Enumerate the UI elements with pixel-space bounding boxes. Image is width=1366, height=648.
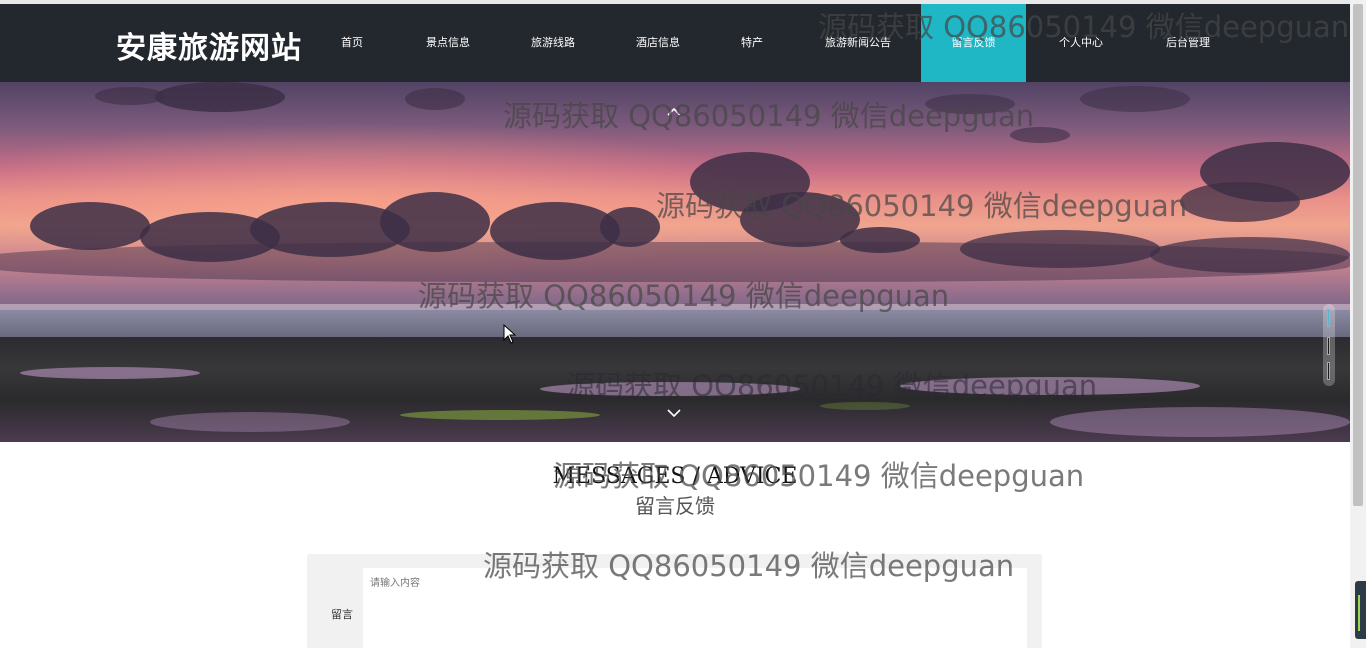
page: 安康旅游网站 首页 景点信息 旅游线路 酒店信息 特产 旅游新闻公告 留言反馈 … (0, 0, 1366, 648)
cloud (600, 207, 660, 247)
cloud (1180, 182, 1300, 222)
pager-dot-3[interactable] (1327, 362, 1330, 380)
banner-next-button[interactable] (664, 403, 684, 423)
nav-item-hotels[interactable]: 酒店信息 (629, 4, 687, 82)
widget-bar (1358, 595, 1360, 631)
chevron-up-icon (667, 107, 681, 116)
tide-pool (900, 377, 1200, 395)
nav-item-news[interactable]: 旅游新闻公告 (816, 4, 900, 82)
message-label: 留言 (331, 608, 353, 621)
section-title-en: MESSAGES / ADVICE (552, 464, 798, 489)
message-form: 留言 (307, 554, 1042, 648)
cloud (1080, 86, 1190, 112)
site-title[interactable]: 安康旅游网站 (116, 23, 302, 67)
moss-patch (820, 402, 910, 410)
hero-banner[interactable] (0, 82, 1350, 442)
chevron-down-icon (667, 409, 681, 418)
message-input[interactable] (363, 568, 1027, 648)
pager-dot-1[interactable] (1327, 309, 1330, 327)
nav-item-admin[interactable]: 后台管理 (1157, 4, 1219, 82)
mouse-cursor-icon (503, 324, 517, 344)
page-scrollbar[interactable] (1350, 0, 1366, 648)
site-header: 安康旅游网站 首页 景点信息 旅游线路 酒店信息 特产 旅游新闻公告 留言反馈 … (0, 4, 1350, 82)
tide-pool (540, 382, 800, 396)
side-widget[interactable] (1355, 581, 1366, 639)
scrollbar-thumb[interactable] (1353, 4, 1363, 506)
pager-dot-2[interactable] (1327, 337, 1330, 355)
banner-pager (1323, 304, 1335, 386)
tide-pool (1050, 407, 1350, 437)
cloud (30, 202, 150, 250)
tide-pool (20, 367, 200, 379)
nav-item-feedback[interactable]: 留言反馈 (921, 4, 1026, 82)
cloud (405, 88, 465, 110)
cloud (925, 94, 1015, 114)
nav-item-attractions[interactable]: 景点信息 (419, 4, 477, 82)
cloud (95, 87, 165, 105)
nav-item-profile[interactable]: 个人中心 (1050, 4, 1112, 82)
nav-item-specialties[interactable]: 特产 (734, 4, 770, 82)
section-title-cn: 留言反馈 (635, 494, 715, 518)
nav-item-home[interactable]: 首页 (325, 4, 379, 82)
cloud-bank (0, 242, 1350, 282)
banner-prev-button[interactable] (664, 102, 684, 122)
nav-item-routes[interactable]: 旅游线路 (524, 4, 582, 82)
tide-pool (150, 412, 350, 432)
cloud (1010, 127, 1070, 143)
cloud (155, 82, 285, 112)
moss-patch (400, 410, 600, 420)
